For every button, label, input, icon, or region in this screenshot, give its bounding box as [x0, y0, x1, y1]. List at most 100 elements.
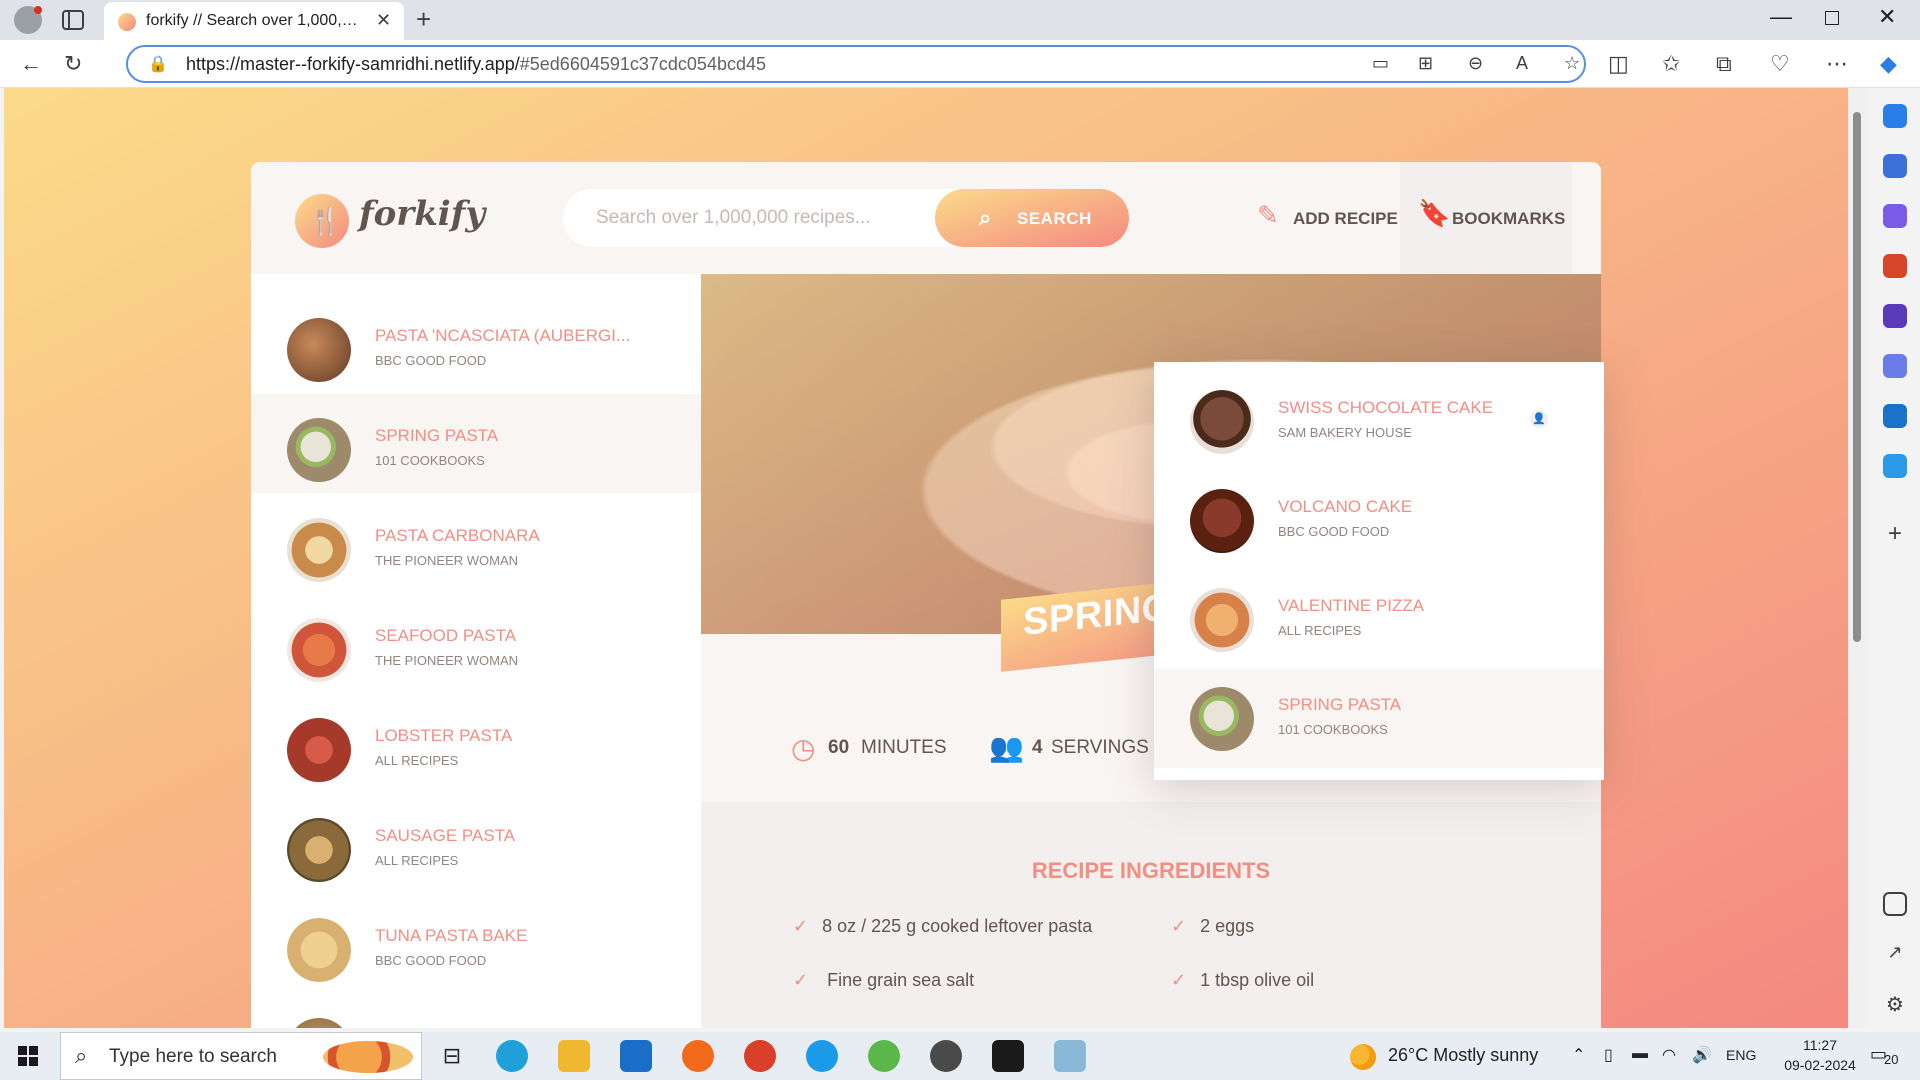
browser-essentials-icon[interactable]: ♡	[1770, 50, 1790, 78]
windows-start-icon[interactable]	[18, 1046, 38, 1066]
back-icon[interactable]: ←	[20, 50, 42, 78]
bookmarks-button[interactable]: 🔖 BOOKMARKS	[1400, 162, 1572, 274]
shopping-icon[interactable]	[1883, 204, 1907, 228]
result-publisher: THE PIONEER WOMAN	[375, 653, 519, 668]
scrollbar-thumb[interactable]	[1853, 112, 1861, 642]
notifications-icon[interactable]	[1883, 104, 1907, 128]
show-hidden-icons-icon[interactable]: ⌃	[1572, 1045, 1585, 1065]
wifi-icon[interactable]: ◠	[1662, 1045, 1676, 1065]
search-input[interactable]	[563, 189, 933, 247]
result-publisher: BBC GOOD FOOD	[375, 953, 487, 968]
bookmark-item[interactable]: VOLCANO CAKE BBC GOOD FOOD	[1154, 471, 1604, 570]
favorites-icon[interactable]: ✩	[1662, 50, 1680, 78]
zoom-icon[interactable]: ⊖	[1468, 53, 1483, 74]
check-icon: ✓	[793, 970, 809, 990]
result-item[interactable]: TUNA PASTA BAKE BBC GOOD FOOD	[251, 894, 701, 993]
refresh-icon[interactable]: ↻	[64, 50, 82, 78]
window-close-icon[interactable]: ✕	[1878, 4, 1896, 30]
clock-app-icon[interactable]	[868, 1040, 900, 1072]
result-item[interactable]: PASTA CARBONARA THE PIONEER WOMAN	[251, 494, 701, 593]
search-button[interactable]: ⌕ SEARCH	[935, 189, 1129, 247]
url-text[interactable]: https://master--forkify-samridhi.netlify…	[186, 54, 766, 75]
weather-sun-icon[interactable]	[1350, 1044, 1376, 1070]
taskbar-search-placeholder: Type here to search	[109, 1046, 277, 1067]
search-icon: ⌕	[75, 1043, 88, 1068]
split-screen-icon[interactable]: ◫	[1608, 50, 1629, 78]
result-title: LOBSTER PASTA	[375, 726, 513, 745]
terminal-icon[interactable]	[992, 1040, 1024, 1072]
notification-center-icon[interactable]: ▭ 20	[1870, 1044, 1900, 1068]
task-view-icon[interactable]: ⊟	[436, 1040, 468, 1072]
read-aloud-icon[interactable]: A	[1516, 53, 1528, 74]
tab-forkify[interactable]: forkify // Search over 1,000,000 recipes…	[104, 2, 404, 40]
users-icon: 👥	[989, 732, 1024, 763]
tab-actions-icon[interactable]	[62, 10, 84, 30]
tools-icon[interactable]	[1883, 254, 1907, 278]
minimize-icon[interactable]: —	[1770, 4, 1792, 30]
address-bar[interactable]: 🔒 https://master--forkify-samridhi.netli…	[126, 45, 1586, 83]
hide-sidebar-icon[interactable]	[1883, 892, 1907, 916]
volume-icon[interactable]: 🔊	[1692, 1045, 1712, 1065]
collections-icon[interactable]: ⧉	[1716, 50, 1732, 78]
reader-view-icon[interactable]: ▭	[1372, 53, 1389, 74]
new-tab-icon[interactable]: +	[416, 4, 431, 35]
maximize-icon[interactable]	[1825, 11, 1839, 25]
battery-icon[interactable]: ▬	[1632, 1045, 1648, 1063]
result-thumbnail	[287, 518, 351, 582]
result-item[interactable]: LOBSTER PASTA ALL RECIPES	[251, 694, 701, 793]
lock-icon[interactable]: 🔒	[148, 54, 168, 74]
tab-close-icon[interactable]: ✕	[376, 10, 391, 31]
search-button-label: SEARCH	[1017, 209, 1092, 228]
sidebar-settings-icon[interactable]: ⚙	[1883, 992, 1907, 1016]
result-publisher: 101 COOKBOOKS	[375, 453, 485, 468]
drop-icon[interactable]	[1883, 454, 1907, 478]
logo-text[interactable]: forkify	[359, 194, 485, 234]
bookmark-thumbnail	[1190, 489, 1254, 553]
weather-text[interactable]: 26°C Mostly sunny	[1388, 1045, 1538, 1066]
clock-time[interactable]: 11:27	[1775, 1037, 1865, 1053]
bookmark-item[interactable]: SWISS CHOCOLATE CAKE SAM BAKERY HOUSE 👤	[1154, 372, 1604, 471]
file-explorer-icon[interactable]	[558, 1040, 590, 1072]
result-title: SPRING PASTA	[375, 426, 499, 445]
firefox-icon[interactable]	[682, 1040, 714, 1072]
check-icon: ✓	[1171, 916, 1187, 936]
bookmark-publisher: SAM BAKERY HOUSE	[1278, 425, 1412, 440]
language-indicator[interactable]: ENG	[1726, 1047, 1756, 1063]
favorite-star-icon[interactable]: ☆	[1564, 53, 1580, 74]
add-sidebar-icon[interactable]: +	[1883, 522, 1907, 546]
result-item[interactable]: SAUSAGE PASTA ALL RECIPES	[251, 794, 701, 893]
copilot-icon[interactable]: ◆	[1880, 50, 1897, 78]
check-icon: ✓	[1171, 970, 1187, 990]
external-link-icon[interactable]: ↗	[1883, 942, 1907, 966]
outlook-icon[interactable]	[1883, 404, 1907, 428]
search-form: ⌕ SEARCH	[563, 189, 1129, 247]
apps-icon[interactable]: ⊞	[1418, 53, 1433, 74]
bookmark-item[interactable]: VALENTINE PIZZA ALL RECIPES	[1154, 570, 1604, 669]
games-icon[interactable]	[1883, 304, 1907, 328]
result-item[interactable]: PASTA 'NCASCIATA (AUBERGI... BBC GOOD FO…	[251, 294, 701, 393]
result-item[interactable]	[251, 994, 701, 1028]
mail-icon[interactable]	[620, 1040, 652, 1072]
page-scrollbar[interactable]	[1848, 88, 1866, 1028]
usb-icon[interactable]: ▯	[1604, 1045, 1613, 1065]
result-item[interactable]: SEAFOOD PASTA THE PIONEER WOMAN	[251, 594, 701, 693]
edge-icon[interactable]	[496, 1040, 528, 1072]
settings-icon[interactable]	[930, 1040, 962, 1072]
logo-icon[interactable]: 🍴	[295, 194, 349, 248]
bookmark-title: SWISS CHOCOLATE CAKE	[1278, 398, 1494, 417]
result-item[interactable]: SPRING PASTA 101 COOKBOOKS	[251, 394, 701, 493]
notepad-icon[interactable]	[1054, 1040, 1086, 1072]
add-recipe-label: ADD RECIPE	[1293, 209, 1398, 228]
clock-date[interactable]: 09-02-2024	[1775, 1057, 1865, 1073]
taskbar-search-box[interactable]: ⌕ Type here to search	[60, 1032, 422, 1080]
skype-icon[interactable]	[806, 1040, 838, 1072]
chrome-icon[interactable]	[744, 1040, 776, 1072]
bookmark-item[interactable]: SPRING PASTA 101 COOKBOOKS	[1154, 669, 1604, 768]
result-publisher: ALL RECIPES	[375, 853, 459, 868]
fork-knife-icon: 🍴	[309, 206, 342, 236]
microsoft365-icon[interactable]	[1883, 354, 1907, 378]
clock-icon: ◷	[791, 733, 816, 764]
settings-more-icon[interactable]: ⋯	[1826, 50, 1848, 78]
edge-sidebar: + ↗ ⚙	[1870, 88, 1920, 1028]
sidebar-search-icon[interactable]	[1883, 154, 1907, 178]
